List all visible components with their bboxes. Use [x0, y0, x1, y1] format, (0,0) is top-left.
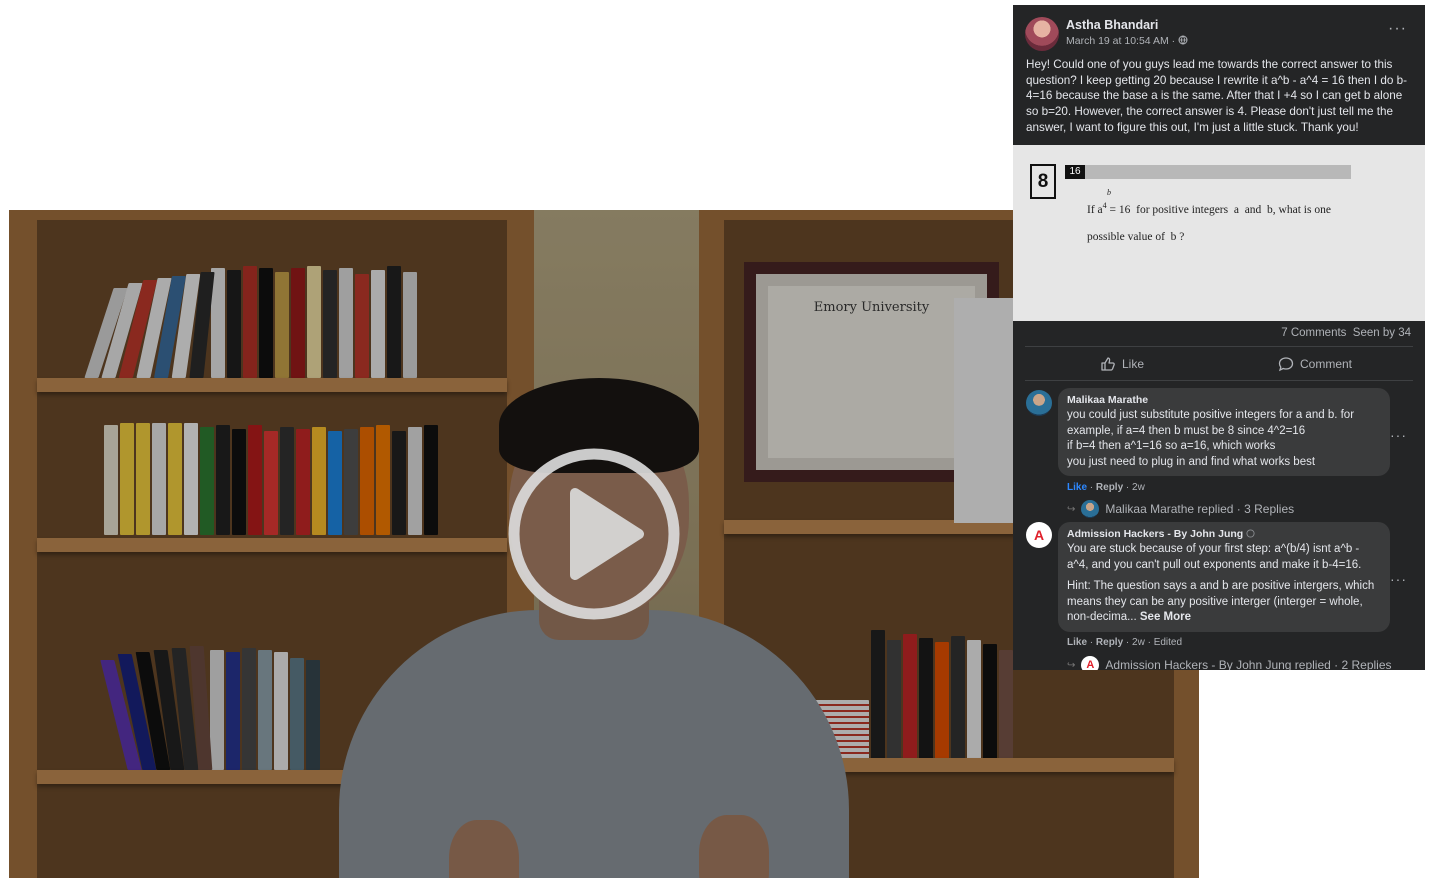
like-button[interactable]: Like	[1100, 355, 1144, 373]
post-body: Hey! Could one of you guys lead me towar…	[1026, 58, 1407, 134]
comment-bubble: Admission Hackers - By John Jung You are…	[1058, 522, 1390, 632]
reply-arrow-icon: ↪	[1067, 503, 1076, 515]
question-line-1: If a4 = 16 for positive integers a and b…	[1087, 201, 1331, 216]
thumbs-up-icon	[1101, 357, 1115, 371]
question-header-bar: 16	[1065, 165, 1351, 179]
comment-age[interactable]: 2w · Edited	[1132, 637, 1182, 648]
comment-icon	[1278, 357, 1294, 372]
play-button[interactable]	[507, 447, 681, 621]
comment-options-button[interactable]: ···	[1384, 570, 1413, 588]
comment-actions: Like · Reply · 2w	[1067, 482, 1145, 493]
reply-arrow-icon: ↪	[1067, 659, 1076, 671]
admission-hackers-avatar[interactable]: A	[1026, 522, 1052, 548]
comment-reply-link[interactable]: Reply	[1096, 482, 1123, 493]
question-number-box: 8	[1030, 164, 1056, 199]
replier-avatar: A	[1081, 656, 1100, 670]
author-avatar[interactable]	[1025, 17, 1059, 51]
post-timestamp[interactable]: March 19 at 10:54 AM ·	[1066, 35, 1188, 47]
post-stats[interactable]: 7 Comments Seen by 34	[1281, 327, 1411, 339]
commenter-avatar[interactable]	[1026, 390, 1052, 416]
comment-reply-link[interactable]: Reply	[1096, 637, 1123, 648]
question-number: 16	[1065, 165, 1085, 179]
view-replies-link[interactable]: ↪ Malikaa Marathe replied · 3 Replies	[1067, 500, 1294, 518]
see-more-link[interactable]: See More	[1140, 611, 1191, 623]
replier-avatar	[1081, 500, 1100, 518]
facebook-post-panel: Astha Bhandari March 19 at 10:54 AM · ··…	[1013, 5, 1425, 670]
comment-text: You are stuck because of your first step…	[1067, 543, 1375, 624]
comment-age[interactable]: 2w	[1132, 482, 1145, 493]
commenter-name[interactable]: Malikaa Marathe	[1067, 394, 1381, 406]
exponent-b: b	[1107, 188, 1111, 197]
verified-icon	[1246, 529, 1255, 538]
globe-icon	[1178, 35, 1188, 45]
post-author[interactable]: Astha Bhandari	[1066, 18, 1158, 32]
question-line-2: possible value of b ?	[1087, 231, 1185, 243]
post-options-button[interactable]: ···	[1382, 19, 1413, 39]
play-icon	[508, 448, 680, 620]
comment-like-link[interactable]: Like	[1067, 637, 1087, 648]
commenter-name[interactable]: Admission Hackers - By John Jung	[1067, 528, 1381, 540]
post-image[interactable]: 8 16 b If a4 = 16 for positive integers …	[1013, 145, 1425, 321]
comment-text: you could just substitute positive integ…	[1067, 409, 1355, 468]
comment-button[interactable]: Comment	[1278, 355, 1352, 373]
post-header: Astha Bhandari March 19 at 10:54 AM · ··…	[1013, 5, 1425, 57]
view-replies-link[interactable]: ↪ A Admission Hackers - By John Jung rep…	[1067, 656, 1392, 670]
comment-like-link[interactable]: Like	[1067, 482, 1087, 493]
comment-options-button[interactable]: ···	[1384, 426, 1413, 444]
comment-actions: Like · Reply · 2w · Edited	[1067, 637, 1183, 648]
comment-bubble: Malikaa Marathe you could just substitut…	[1058, 388, 1390, 477]
